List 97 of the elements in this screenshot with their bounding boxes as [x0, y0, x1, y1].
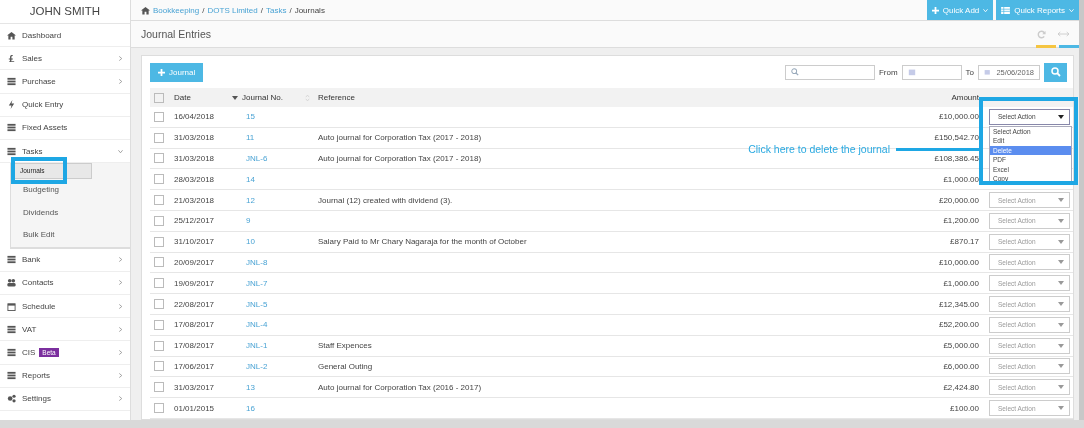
journal-number-link[interactable]: JNL-8	[246, 257, 318, 267]
date-cell-text: 17/06/2017	[174, 361, 216, 371]
sidebar-item[interactable]: Contacts	[0, 271, 130, 295]
quick-add-button[interactable]: Quick Add	[926, 0, 994, 20]
journal-number-link[interactable]: 15	[246, 112, 318, 122]
journal-number-link[interactable]: JNL-5	[246, 299, 318, 309]
breadcrumb-link[interactable]: Bookkeeping	[153, 5, 200, 15]
to-label: To	[965, 67, 974, 77]
submenu-item[interactable]: Dividends	[11, 201, 130, 225]
date-cell-text: 20/09/2017	[174, 257, 216, 267]
sidebar-label: Schedule	[22, 301, 56, 311]
sidebar-label: VAT	[22, 324, 37, 334]
sidebar-label: Purchase	[22, 76, 56, 86]
date-cell-text: 01/01/2015	[174, 403, 216, 413]
amount-cell-text: £5,000.00	[942, 341, 980, 351]
reference-cell: Auto journal for Corporation Tax (2017 - 2018)	[318, 133, 482, 143]
column-header[interactable]: Reference	[318, 93, 843, 102]
sidebar-label: CIS	[22, 347, 36, 357]
breadcrumb-separator: /	[289, 5, 292, 15]
sidebar-label: Fixed Assets	[22, 123, 68, 133]
amount-cell-text: £1,000.00	[942, 278, 980, 288]
amount-cell-text: £6,000.00	[942, 361, 980, 371]
reference-cell: Staff Expences	[318, 341, 372, 351]
journal-number-link[interactable]: JNL-4	[246, 320, 318, 330]
date-cell-text: 19/09/2017	[174, 278, 216, 288]
amount-cell-text: £150,542.70	[933, 133, 980, 143]
sidebar-item[interactable]: Purchase	[0, 70, 130, 94]
journal-number-link[interactable]: 9	[246, 216, 318, 226]
sidebar-item[interactable]: Bank	[0, 248, 130, 272]
page-title: Journal Entries	[141, 28, 212, 40]
submenu-item[interactable]: Budgeting	[11, 179, 130, 202]
amount-cell-text: £12,345.00	[937, 299, 980, 309]
reference-cell: Journal (12) created with dividend (3).	[318, 195, 453, 205]
date-cell-text: 31/03/2018	[174, 133, 216, 143]
amount-cell-text: £10,000.00	[937, 112, 980, 122]
date-cell-text: 25/12/2017	[174, 216, 216, 226]
date-cell-text: 17/08/2017	[174, 341, 216, 351]
sidebar-label: Dashboard	[22, 30, 62, 40]
sidebar-item[interactable]: VAT	[0, 318, 130, 342]
breadcrumb-separator: /	[202, 5, 205, 15]
reference-cell: Salary Paid to Mr Chary Nagaraja for the month of October	[318, 237, 527, 247]
amount-cell-text: £100.00	[949, 403, 980, 413]
submenu-item[interactable]: Bulk Edit	[11, 224, 130, 247]
breadcrumb-link[interactable]: DOTS Limited	[207, 5, 258, 15]
breadcrumb-separator: /	[260, 5, 263, 15]
journal-number-link[interactable]: 12	[246, 195, 318, 205]
amount-cell-text: £1,200.00	[942, 216, 980, 226]
column-header[interactable]: Journal No.	[242, 93, 283, 102]
journal-number-link[interactable]: 16	[246, 403, 318, 413]
sidebar-label: Settings	[22, 394, 51, 404]
sidebar-label: Quick Entry	[22, 100, 64, 110]
reference-cell: Auto journal for Corporation Tax (2017 - 2018)	[318, 154, 482, 163]
sidebar-label: Sales	[22, 53, 42, 63]
date-cell-text: 17/08/2017	[174, 320, 216, 330]
callout-text: Click here to delete the journal	[748, 143, 890, 155]
sidebar-item[interactable]: Quick Entry	[0, 93, 130, 117]
journal-number-link[interactable]: JNL-7	[246, 278, 318, 288]
amount-cell-text: £52,200.00	[937, 320, 980, 330]
sidebar-item[interactable]: Settings	[0, 387, 130, 411]
reference-cell: Auto journal for Corporation Tax (2016 - 2017)	[318, 382, 482, 392]
date-cell-text: 22/08/2017	[174, 299, 216, 309]
journal-number-link[interactable]: JNL-2	[246, 361, 318, 371]
sidebar-label: Contacts	[22, 278, 54, 288]
sidebar-label: Reports	[22, 371, 50, 381]
add-journal-button[interactable]: Journal	[150, 62, 204, 82]
journal-number-link[interactable]: 14	[246, 174, 318, 184]
sidebar-item[interactable]: Fixed Assets	[0, 116, 130, 140]
from-label: From	[878, 67, 898, 77]
journal-number-link[interactable]: 11	[246, 133, 318, 143]
quick-reports-button[interactable]: Quick Reports	[996, 0, 1079, 20]
sidebar-label: Bank	[22, 255, 41, 265]
date-cell-text: 31/03/2017	[174, 382, 216, 392]
journal-number-link[interactable]: JNL-6	[246, 154, 318, 163]
date-cell-text: 21/03/2018	[174, 195, 216, 205]
date-cell-text: 31/10/2017	[174, 237, 216, 247]
amount-cell-text: £10,000.00	[937, 257, 980, 267]
amount-cell-text: £2,424.80	[942, 382, 980, 392]
date-cell-text: 16/04/2018	[174, 112, 216, 122]
amount-cell-text: £870.17	[949, 237, 980, 247]
sidebar-item[interactable]: Schedule	[0, 295, 130, 319]
amount-cell-text: £108,386.45	[933, 154, 980, 163]
journal-number-link[interactable]: 13	[246, 382, 318, 392]
amount-cell-text: £20,000.00	[937, 195, 980, 205]
amount-cell-text: £1,000.00	[942, 174, 980, 184]
journal-number-link[interactable]: JNL-1	[246, 341, 318, 351]
journal-number-link[interactable]: 10	[246, 237, 318, 247]
date-cell-text: 31/03/2018	[174, 154, 216, 163]
column-header[interactable]: Amount	[843, 93, 989, 102]
sidebar-item[interactable]: Reports	[0, 364, 130, 388]
user-name: JOHN SMITH	[0, 0, 130, 24]
breadcrumb-current: Journals	[294, 5, 325, 15]
date-cell-text: 28/03/2018	[174, 174, 216, 184]
reference-cell: General Outing	[318, 361, 373, 371]
breadcrumb-link[interactable]: Tasks	[265, 5, 287, 15]
sidebar-item[interactable]: Sales	[0, 47, 130, 71]
sidebar-label: Tasks	[22, 146, 43, 156]
sidebar-item[interactable]: Dashboard	[0, 24, 130, 48]
